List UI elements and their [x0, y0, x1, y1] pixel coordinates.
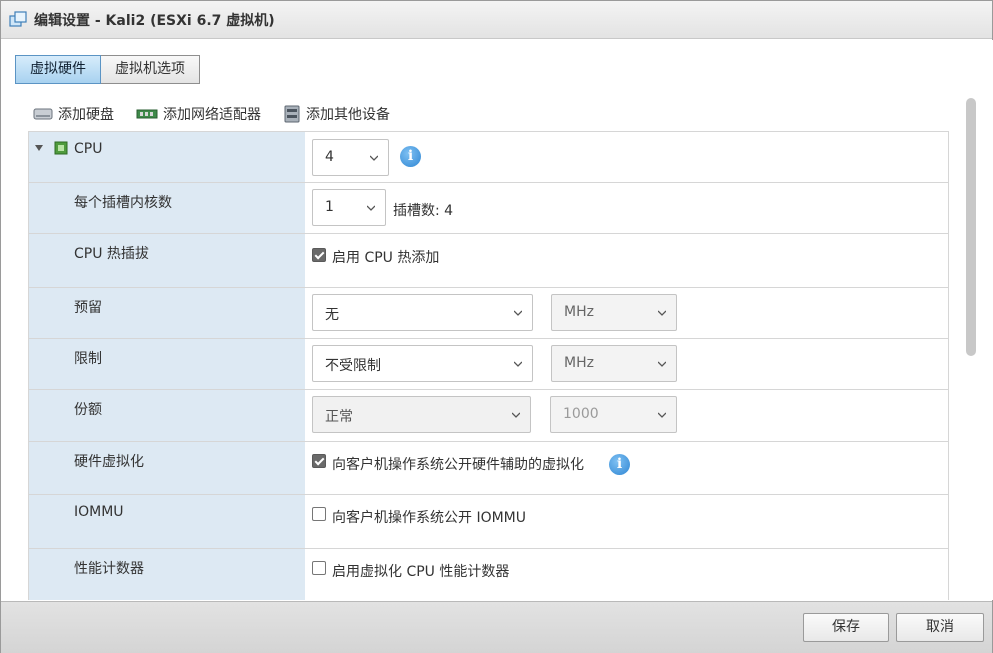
dialog-title: 编辑设置 - Kali2 (ESXi 6.7 虚拟机) — [34, 13, 275, 29]
row-iommu: IOMMU 向客户机操作系统公开 IOMMU — [29, 495, 948, 549]
row-hotplug-value-cell: 启用 CPU 热添加 — [305, 234, 948, 287]
hard-disk-icon — [33, 108, 53, 120]
limit-unit-value: MHz — [564, 355, 594, 371]
save-button[interactable]: 保存 — [803, 613, 889, 642]
row-reservation-value-cell: 无 MHz — [305, 288, 948, 338]
chevron-down-icon — [658, 412, 666, 418]
hwvirt-info-icon[interactable]: i — [609, 454, 630, 475]
dialog-footer: 保存 取消 — [1, 601, 992, 653]
tab-vm-options[interactable]: 虚拟机选项 — [101, 55, 200, 84]
cpu-count-select[interactable]: 4 — [312, 139, 389, 176]
row-shares-label-cell: 份额 — [29, 390, 305, 441]
cpu-hot-add-text: 启用 CPU 热添加 — [332, 250, 440, 266]
row-cpu: CPU 4 i — [29, 132, 948, 183]
row-iommu-label-cell: IOMMU — [29, 495, 305, 548]
other-device-icon — [284, 105, 300, 123]
limit-label: 限制 — [74, 351, 102, 367]
reservation-select[interactable]: 无 — [312, 294, 533, 331]
iommu-label: IOMMU — [74, 504, 124, 520]
cores-per-socket-value: 1 — [325, 199, 334, 215]
cpu-hot-add-checkbox[interactable] — [312, 248, 326, 262]
reservation-unit-value: MHz — [564, 304, 594, 320]
row-cores-value-cell: 1 插槽数: 4 — [305, 183, 948, 233]
add-network-adapter-label: 添加网络适配器 — [163, 107, 261, 123]
tab-virtual-hardware[interactable]: 虚拟硬件 — [15, 55, 101, 84]
row-hwvirt-label-cell: 硬件虚拟化 — [29, 442, 305, 494]
chevron-down-icon — [514, 361, 522, 367]
add-hard-disk-button[interactable]: 添加硬盘 — [33, 104, 114, 124]
performance-counters-checkbox[interactable] — [312, 561, 326, 575]
performance-counters-text: 启用虚拟化 CPU 性能计数器 — [332, 564, 510, 580]
tab-bar: 虚拟硬件 虚拟机选项 — [15, 55, 200, 85]
reservation-unit-select[interactable]: MHz — [551, 294, 677, 331]
shares-number-value: 1000 — [563, 406, 599, 422]
cpu-info-icon[interactable]: i — [400, 146, 421, 167]
cpu-chip-icon — [54, 141, 68, 155]
row-perf-label-cell: 性能计数器 — [29, 549, 305, 600]
collapse-icon[interactable] — [35, 145, 43, 151]
dialog-content: 虚拟硬件 虚拟机选项 添加硬盘 添加网络适配器 添加其他设备 CPU 4 i 每… — [1, 40, 993, 600]
cores-per-socket-label: 每个插槽内核数 — [74, 195, 172, 211]
cancel-button[interactable]: 取消 — [896, 613, 984, 642]
chevron-down-icon — [658, 361, 666, 367]
row-reservation: 预留 无 MHz — [29, 288, 948, 339]
chevron-down-icon — [367, 205, 375, 211]
row-iommu-value-cell: 向客户机操作系统公开 IOMMU — [305, 495, 948, 548]
row-cores-label-cell: 每个插槽内核数 — [29, 183, 305, 233]
hardware-virtualization-label: 硬件虚拟化 — [74, 454, 144, 470]
shares-value: 正常 — [325, 409, 353, 425]
row-perf-value-cell: 启用虚拟化 CPU 性能计数器 — [305, 549, 948, 600]
row-cpu-hotplug: CPU 热插拔 启用 CPU 热添加 — [29, 234, 948, 288]
hardware-virtualization-checkbox[interactable] — [312, 454, 326, 468]
add-other-device-label: 添加其他设备 — [306, 107, 390, 123]
limit-unit-select[interactable]: MHz — [551, 345, 677, 382]
cpu-hotplug-label: CPU 热插拔 — [74, 246, 149, 262]
cpu-label: CPU — [74, 141, 103, 157]
network-adapter-icon — [136, 109, 158, 119]
vm-icon — [9, 11, 27, 27]
hardware-virtualization-text: 向客户机操作系统公开硬件辅助的虚拟化 — [332, 457, 584, 473]
chevron-down-icon — [658, 310, 666, 316]
chevron-down-icon — [514, 310, 522, 316]
row-performance-counters: 性能计数器 启用虚拟化 CPU 性能计数器 — [29, 549, 948, 600]
vertical-scrollbar[interactable] — [966, 98, 976, 356]
cores-per-socket-select[interactable]: 1 — [312, 189, 386, 226]
row-limit-label-cell: 限制 — [29, 339, 305, 389]
row-hardware-virtualization: 硬件虚拟化 向客户机操作系统公开硬件辅助的虚拟化 i — [29, 442, 948, 495]
add-network-adapter-button[interactable]: 添加网络适配器 — [136, 104, 261, 124]
row-cores-per-socket: 每个插槽内核数 1 插槽数: 4 — [29, 183, 948, 234]
shares-label: 份额 — [74, 402, 102, 418]
title-bar: 编辑设置 - Kali2 (ESXi 6.7 虚拟机) — [1, 1, 992, 39]
limit-value: 不受限制 — [325, 358, 381, 374]
row-cpu-value-cell: 4 i — [305, 132, 948, 182]
add-other-device-button[interactable]: 添加其他设备 — [283, 104, 390, 124]
limit-select[interactable]: 不受限制 — [312, 345, 533, 382]
shares-select[interactable]: 正常 — [312, 396, 531, 433]
chevron-down-icon — [512, 412, 520, 418]
cpu-count-value: 4 — [325, 149, 334, 165]
performance-counters-label: 性能计数器 — [74, 561, 144, 577]
device-toolbar: 添加硬盘 添加网络适配器 添加其他设备 — [33, 103, 412, 125]
row-hotplug-label-cell: CPU 热插拔 — [29, 234, 305, 287]
row-limit-value-cell: 不受限制 MHz — [305, 339, 948, 389]
add-hard-disk-label: 添加硬盘 — [58, 107, 114, 123]
row-shares: 份额 正常 1000 — [29, 390, 948, 442]
row-reservation-label-cell: 预留 — [29, 288, 305, 338]
shares-number-select[interactable]: 1000 — [550, 396, 677, 433]
row-cpu-label-cell: CPU — [29, 132, 305, 182]
row-shares-value-cell: 正常 1000 — [305, 390, 948, 441]
sockets-count-text: 插槽数: 4 — [393, 203, 454, 219]
iommu-text: 向客户机操作系统公开 IOMMU — [332, 510, 527, 526]
cpu-settings-grid: CPU 4 i 每个插槽内核数 1 插槽数: 4 CPU 热插拔 启用 CPU … — [28, 131, 949, 600]
row-hwvirt-value-cell: 向客户机操作系统公开硬件辅助的虚拟化 i — [305, 442, 948, 494]
reservation-value: 无 — [325, 307, 339, 323]
reservation-label: 预留 — [74, 300, 102, 316]
chevron-down-icon — [370, 155, 378, 161]
edit-settings-dialog: 编辑设置 - Kali2 (ESXi 6.7 虚拟机) 虚拟硬件 虚拟机选项 添… — [0, 0, 993, 653]
row-limit: 限制 不受限制 MHz — [29, 339, 948, 390]
iommu-checkbox[interactable] — [312, 507, 326, 521]
